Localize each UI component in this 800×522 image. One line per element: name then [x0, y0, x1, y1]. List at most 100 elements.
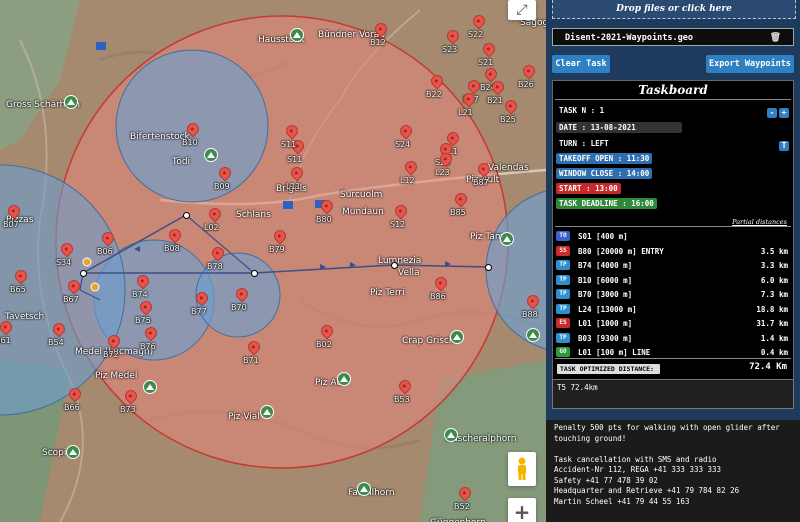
map-place-label: Tavetsch: [5, 312, 45, 322]
waypoint-label: B22: [426, 90, 442, 99]
turnpoint-row[interactable]: TP L24 [13000 m] 18.8 km: [556, 303, 790, 316]
turnpoint-distance: 6.0 km: [760, 275, 788, 285]
divider: [555, 226, 791, 227]
map-place-label: Tödi: [172, 157, 191, 167]
waypoint-label: B79: [269, 245, 285, 254]
waypoint-label: L23: [435, 168, 450, 177]
map-place-label: Crap Grisch: [402, 336, 455, 346]
waypoint-label: S21: [478, 58, 494, 67]
task-notes[interactable]: Penalty 500 pts for walking with open gl…: [546, 420, 800, 522]
turnpoint-distance: 1.4 km: [760, 333, 788, 343]
takeoff-open-time[interactable]: TAKEOFF OPEN : 11:30: [556, 153, 653, 164]
turnpoint-distance: 3.3 km: [760, 261, 788, 270]
map-place-label: Surcuolm: [340, 190, 383, 200]
waypoint-label: S11: [287, 155, 303, 164]
divider: [555, 99, 791, 100]
turnpoint-type-badge: ES: [556, 318, 570, 328]
waypoint-label: L02: [204, 223, 219, 232]
waypoint-label: B85: [450, 208, 466, 217]
map-view[interactable]: Hausstock Bündner Vorab Bifertenstock Tödi B…: [0, 0, 546, 522]
route-turnpoint-dot: [485, 264, 492, 271]
toggle-turn-button[interactable]: T: [779, 141, 789, 151]
turnpoint-distance: 18.8 km: [756, 304, 788, 314]
file-drop-zone[interactable]: Drop files or click here: [552, 0, 796, 19]
route-turnpoint-dot: [80, 270, 87, 277]
remove-task-button[interactable]: -: [767, 108, 777, 118]
waypoint-label: B09: [214, 182, 230, 191]
waypoint-label: B74: [132, 290, 148, 299]
waypoint-label: B26: [518, 80, 534, 89]
add-task-button[interactable]: +: [779, 108, 789, 118]
partial-distances-label: Partial distances: [732, 218, 787, 226]
map-place-label: Valendas: [488, 163, 529, 173]
file-name: Disent-2021-Waypoints.geo: [565, 33, 693, 43]
task-deadline-time[interactable]: TASK DEADLINE : 16:00: [556, 198, 657, 209]
trash-icon[interactable]: 🗑: [770, 29, 781, 47]
waypoint-label: S24: [395, 140, 411, 149]
turnpoint-type-badge: SS: [556, 245, 570, 256]
waypoint-label: B12: [370, 38, 386, 47]
waypoint-label: B76: [140, 342, 156, 351]
street-view-pegman-icon[interactable]: [508, 452, 536, 486]
route-turnpoint-dot: [183, 212, 190, 219]
turnpoint-type-badge: TO: [556, 231, 570, 241]
turnpoint-type-badge: GO: [556, 347, 570, 357]
taskboard-title: Taskboard: [638, 83, 708, 97]
zoom-in-button[interactable]: +: [508, 498, 536, 522]
waypoint-label: B08: [164, 244, 180, 253]
turnpoint-distance: 7.3 km: [760, 290, 788, 299]
waypoint-label: B75: [135, 316, 151, 325]
map-place-label: Piz Tam: [470, 232, 504, 242]
turnpoint-name: L01 [1000 m]: [578, 319, 633, 328]
map-place-label: Vella: [398, 268, 420, 278]
fullscreen-button[interactable]: ⤢: [508, 0, 536, 20]
map-place-label: Piz Terri: [370, 288, 405, 298]
map-place-label: Scopi: [42, 448, 67, 458]
divider: [555, 358, 791, 359]
mountain-marker-icon: [260, 405, 274, 419]
mountain-marker-icon: [357, 482, 371, 496]
waypoint-label: L12: [400, 176, 415, 185]
waypoint-label: S12: [390, 220, 406, 229]
waypoint-label: B10: [182, 138, 198, 147]
mountain-marker-icon: [526, 328, 540, 342]
mountain-marker-icon: [143, 380, 157, 394]
map-place-label: Fanellhorn: [348, 488, 395, 498]
task-date[interactable]: DATE : 13-08-2021: [556, 122, 682, 133]
start-time[interactable]: START : 13:00: [556, 183, 621, 194]
turnpoint-distance: 31.7 km: [756, 319, 788, 328]
turnpoint-row[interactable]: TP B10 [6000 m] 6.0 km: [556, 274, 790, 287]
waypoint-label: B25: [500, 115, 516, 124]
turnpoint-type-badge: TP: [556, 303, 570, 314]
waypoint-label: B61: [0, 336, 11, 345]
export-waypoints-button[interactable]: Export Waypoints: [706, 55, 794, 73]
window-close-time[interactable]: WINDOW CLOSE : 14:00: [556, 168, 653, 179]
turnpoint-row[interactable]: TP B74 [4000 m] 3.3 km: [556, 259, 790, 272]
waypoint-label: B06: [97, 247, 113, 256]
turnpoint-name: B80 [20000 m] ENTRY: [578, 246, 664, 256]
turnpoint-row[interactable]: TP B03 [9300 m] 1.4 km: [556, 332, 790, 345]
turnpoint-row[interactable]: TP B70 [3000 m] 7.3 km: [556, 288, 790, 301]
map-place-label: Schlans: [236, 210, 271, 220]
optimized-distance-value: 72.4 Km: [749, 362, 787, 372]
turnpoint-row[interactable]: TO S01 [400 m]: [556, 230, 790, 243]
turnpoint-row[interactable]: SS B80 [20000 m] ENTRY 3.5 km: [556, 245, 790, 258]
mountain-marker-icon: [337, 372, 351, 386]
turnpoint-type-badge: TP: [556, 289, 570, 299]
waypoint-label: B70: [231, 303, 247, 312]
map-place-label: Lumnezia: [378, 256, 422, 266]
turnpoint-row[interactable]: ES L01 [1000 m] 31.7 km: [556, 317, 790, 330]
waypoint-label: B54: [48, 338, 64, 347]
waypoint-label: B71: [243, 356, 259, 365]
route-turnpoint-dot: [251, 270, 258, 277]
mountain-marker-icon: [204, 148, 218, 162]
loaded-file-row: Disent-2021-Waypoints.geo 🗑: [552, 28, 794, 46]
clear-task-button[interactable]: Clear Task: [552, 55, 610, 73]
task-summary-field[interactable]: T5 72.4km: [552, 379, 794, 409]
waypoint-label: S34: [56, 258, 72, 267]
waypoint-label: S22: [468, 30, 484, 39]
optimized-distance-label: TASK OPTIMIZED DISTANCE:: [557, 364, 660, 374]
waypoint-label: B65: [10, 285, 26, 294]
task-number: TASK N : 1: [559, 106, 605, 115]
mountain-marker-icon: [500, 232, 514, 246]
